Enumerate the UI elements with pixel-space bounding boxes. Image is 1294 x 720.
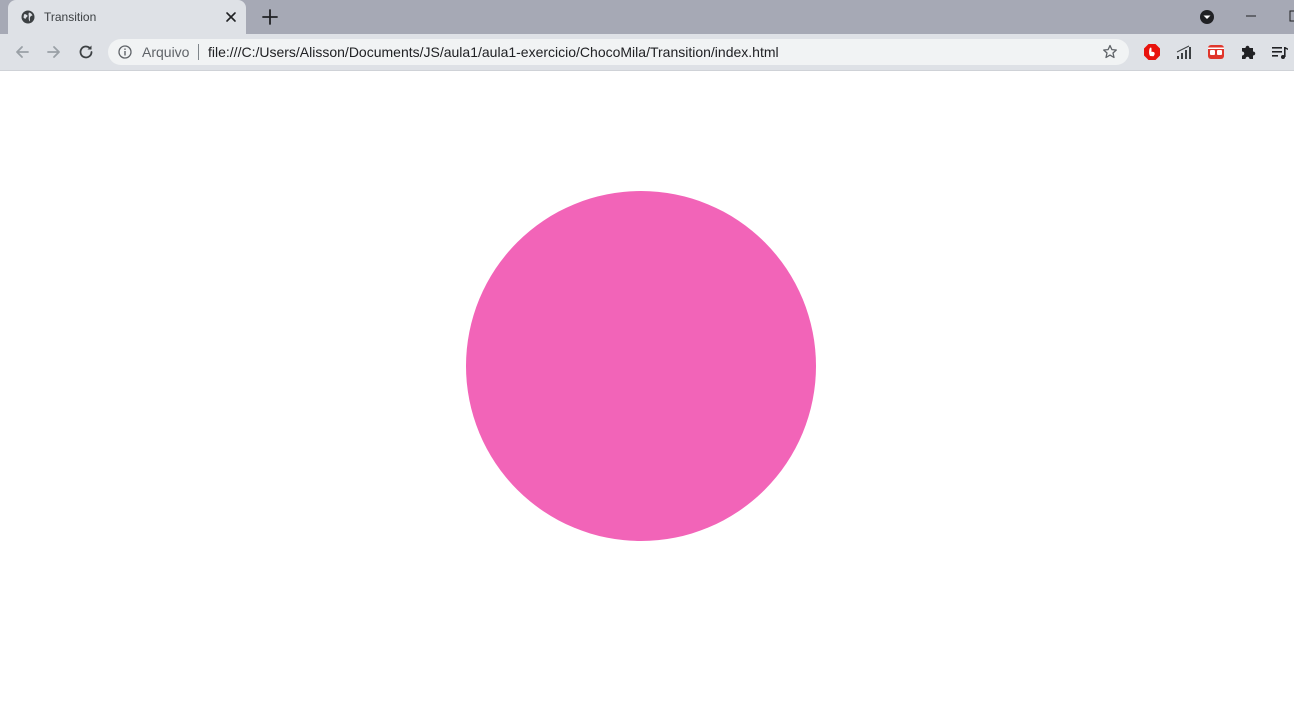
arrow-left-icon[interactable] xyxy=(12,42,32,62)
browser-toolbar: Arquivo file:///C:/Users/Alisson/Documen… xyxy=(0,34,1294,71)
pink-circle xyxy=(466,191,816,541)
tab-title: Transition xyxy=(44,10,97,24)
globe-icon xyxy=(21,10,35,24)
maximize-icon[interactable] xyxy=(1289,10,1294,22)
star-icon[interactable] xyxy=(1102,44,1118,60)
plus-icon[interactable] xyxy=(261,8,279,26)
security-label[interactable]: Arquivo xyxy=(142,45,189,59)
signal-icon[interactable] xyxy=(1175,43,1193,61)
adblock-icon[interactable] xyxy=(1143,43,1161,61)
address-bar[interactable]: Arquivo file:///C:/Users/Alisson/Documen… xyxy=(108,39,1129,65)
info-icon[interactable] xyxy=(118,45,132,59)
arrow-right-icon[interactable] xyxy=(44,42,64,62)
tab-strip: Transition xyxy=(0,0,1294,34)
page-viewport xyxy=(0,71,1294,720)
reload-icon[interactable] xyxy=(76,42,96,62)
tomato-icon[interactable] xyxy=(1207,43,1225,61)
omnibox-divider xyxy=(198,44,199,60)
tab-transition[interactable]: Transition xyxy=(8,0,246,34)
minimize-icon[interactable] xyxy=(1244,9,1258,23)
chevron-down-circle-icon[interactable] xyxy=(1199,9,1215,25)
url-text[interactable]: file:///C:/Users/Alisson/Documents/JS/au… xyxy=(208,45,779,59)
reading-list-icon[interactable] xyxy=(1271,43,1289,61)
close-icon[interactable] xyxy=(224,10,238,24)
puzzle-icon[interactable] xyxy=(1239,43,1257,61)
